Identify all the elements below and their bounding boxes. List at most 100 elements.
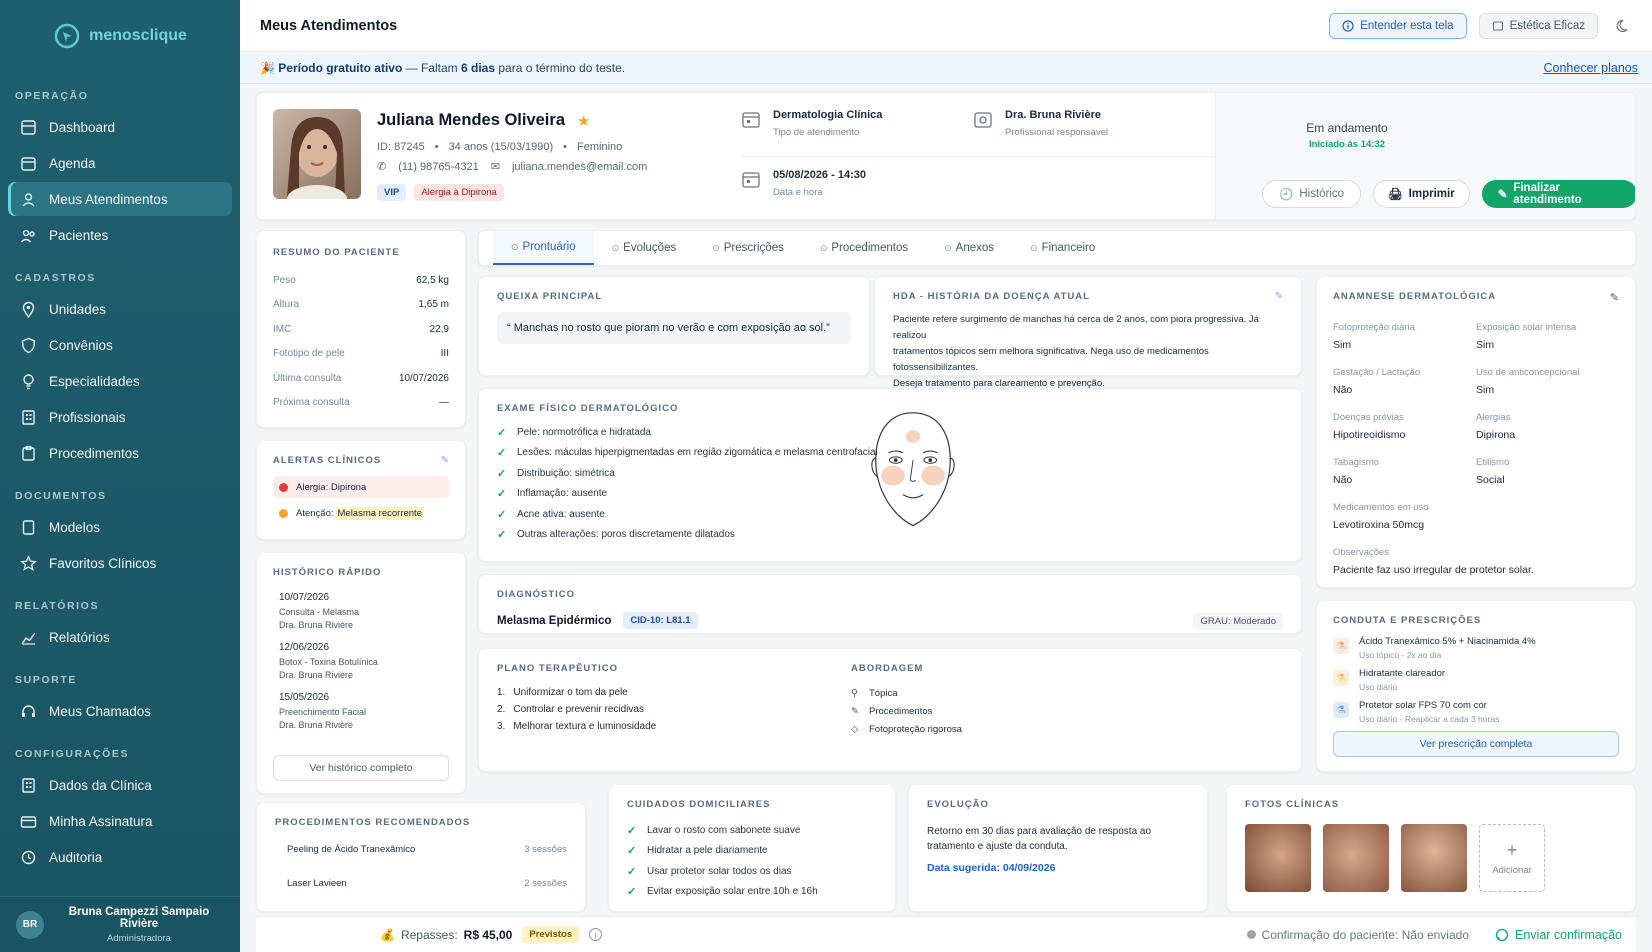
send-confirmation-button[interactable]: Enviar confirmação: [1495, 928, 1622, 942]
summary-value: III: [440, 348, 449, 360]
procedure-item[interactable]: Peeling de Ácido Tranexâmico 3 sessões: [275, 844, 567, 878]
homecare-text: Evitar exposição solar entre 10h e 16h: [647, 886, 818, 898]
edit-icon[interactable]: ✎: [1610, 291, 1619, 304]
sidebar-item[interactable]: Dados da Clínica: [8, 768, 232, 802]
patient-gender: Feminino: [577, 141, 623, 153]
sidebar-item[interactable]: Meus Atendimentos: [8, 182, 232, 216]
sidebar-item[interactable]: Profissionais: [8, 400, 232, 434]
history-button[interactable]: 🕘 Histórico: [1262, 180, 1362, 208]
anamnesis-card: ANAMNESE DERMATOLÓGICA ✎ Fotoproteção di…: [1316, 276, 1636, 588]
responsible-doctor: Dra. Bruna Rivière: [1005, 109, 1101, 121]
history-item[interactable]: 12/06/2026 Botox - Toxina Botulínica Dra. …: [279, 642, 449, 680]
shield-icon: ◇: [851, 723, 859, 735]
clinical-photo[interactable]: [1245, 824, 1311, 892]
tab-label: Financeiro: [1041, 242, 1096, 254]
history-item[interactable]: 15/05/2026 Preenchimento Facial Dra. Bruna…: [279, 692, 449, 730]
anamnesis-value: Hipotireoidismo: [1333, 429, 1406, 441]
edit-icon[interactable]: ✎: [1275, 291, 1283, 302]
sidebar-item-label: Favoritos Clínicos: [49, 555, 157, 571]
flask-icon: ⚗: [1333, 670, 1349, 686]
procedure-item[interactable]: Laser Lavieen 2 sessões: [275, 878, 567, 912]
sidebar-item[interactable]: Dashboard: [8, 110, 232, 144]
sidebar-item[interactable]: Minha Assinatura: [8, 804, 232, 838]
check-icon: ✓: [497, 426, 507, 439]
sidebar-item-label: Meus Chamados: [49, 703, 152, 719]
tool-icon: ✎: [851, 705, 859, 717]
sidebar-item[interactable]: Convênios: [8, 328, 232, 362]
print-button[interactable]: 🖨 Imprimir: [1373, 180, 1470, 208]
tab[interactable]: ⊙ Prontuário: [493, 231, 594, 265]
tab[interactable]: ⊙ Anexos: [926, 231, 1012, 265]
sidebar-item[interactable]: Unidades: [8, 292, 232, 326]
prescription-item[interactable]: ⚗ Ácido Tranexâmico 5% + Niacinamida 4% Us…: [1333, 636, 1619, 660]
alert-dot-icon: [279, 482, 288, 492]
sidebar-item[interactable]: Pacientes: [8, 218, 232, 252]
clinical-photo[interactable]: [1323, 824, 1389, 892]
sidebar-item-label: Dashboard: [49, 119, 116, 135]
sidebar-item-label: Pacientes: [49, 227, 109, 243]
summary-row: Altura 1,65 m: [273, 293, 449, 318]
edit-icon[interactable]: ✎: [441, 455, 449, 466]
approach-text: Fotoproteção rigorosa: [869, 723, 962, 735]
star-icon: [20, 554, 37, 571]
history-doctor: Dra. Bruna Rivière: [279, 620, 354, 630]
tab[interactable]: ⊙ Financeiro: [1012, 231, 1113, 265]
help-button[interactable]: Entender esta tela: [1329, 12, 1467, 39]
person-icon: ⚲: [851, 687, 858, 699]
sidebar-item[interactable]: Modelos: [8, 510, 232, 544]
diagnosis-title: DIAGNÓSTICO: [497, 589, 576, 600]
exam-text: Distribuição: simétrica: [517, 467, 615, 479]
clinical-photo[interactable]: [1401, 824, 1467, 892]
tab[interactable]: ⊙ Evoluções: [594, 231, 695, 265]
patient-contact: ✆ (11) 98765-4321 ✉ juliana.mendes@email.c…: [377, 160, 647, 174]
history-desc: Preenchimento Facial: [279, 707, 367, 717]
plans-link[interactable]: Conhecer planos: [1543, 61, 1638, 75]
sidebar-item[interactable]: Favoritos Clínicos: [8, 546, 232, 580]
patient-header-card: Juliana Mendes Oliveira ★ ID: 87245 • 34 …: [256, 92, 1636, 220]
sidebar-item[interactable]: Auditoria: [8, 840, 232, 874]
medications-value: Levotiroxina 50mcg: [1333, 519, 1425, 531]
sidebar-item[interactable]: Procedimentos: [8, 436, 232, 470]
full-prescription-button[interactable]: Ver prescrição completa: [1333, 731, 1619, 757]
flask-icon: ⚗: [1333, 702, 1349, 718]
alert-attention-highlight: Melasma recorrente: [335, 506, 424, 520]
sidebar-nav: OPERAÇÃO Dashboard Agenda Meus Atendimentos…: [0, 90, 240, 874]
check-icon: ✓: [627, 824, 637, 837]
hda-line: tratamentos tópicos sem melhora signific…: [893, 346, 1209, 373]
sidebar-item[interactable]: Especialidades: [8, 364, 232, 398]
sidebar-item-label: Procedimentos: [49, 445, 140, 461]
anamnesis-field: Uso de anticoncepcional Sim: [1476, 367, 1619, 396]
evolution-title: EVOLUÇÃO: [927, 799, 989, 810]
sidebar-item[interactable]: Relatórios: [8, 620, 232, 654]
logo[interactable]: menosclique: [0, 0, 240, 72]
anamnesis-label: Fotoproteção diária: [1333, 322, 1415, 333]
alert-attention-prefix: Atenção:: [296, 507, 334, 519]
favorite-star-icon[interactable]: ★: [577, 112, 590, 130]
footer-bar: 💰 Repasses: R$ 45,00 Previstos i Confirm…: [256, 916, 1636, 952]
suggested-date[interactable]: Data sugerida: 04/09/2026: [927, 862, 1189, 874]
sidebar-item[interactable]: Meus Chamados: [8, 694, 232, 728]
prescription-use: Uso diário - Reaplicar a cada 3 horas: [1359, 714, 1500, 724]
dark-mode-icon[interactable]: [1616, 18, 1632, 34]
history-item[interactable]: 10/07/2026 Consulta - Melasma Dra. Bruna R…: [279, 592, 449, 630]
tab[interactable]: ⊙ Prescrições: [694, 231, 802, 265]
medications: Medicamentos em uso Levotiroxina 50mcg: [1333, 502, 1619, 531]
anamnesis-row: Doenças prévias Hipotireoidismo Alergias Di…: [1333, 412, 1619, 441]
sidebar-item[interactable]: Agenda: [8, 146, 232, 180]
full-history-button[interactable]: Ver histórico completo: [273, 755, 449, 781]
building-icon: [22, 777, 35, 793]
summary-value: 62,5 kg: [416, 274, 449, 286]
add-photo-button[interactable]: + Adicionar: [1479, 824, 1545, 892]
homecare-title: CUIDADOS DOMICILIARES: [627, 799, 771, 810]
tab[interactable]: ⊙ Procedimentos: [802, 231, 926, 265]
homecare-text: Usar protetor solar todos os dias: [647, 865, 792, 877]
clinic-icon: [1492, 20, 1503, 31]
finish-appointment-button[interactable]: ✎ Finalizar atendimento: [1481, 180, 1635, 208]
clinic-selector[interactable]: Estética Eficaz: [1478, 12, 1598, 39]
user-profile[interactable]: BR Bruna Campezzi Sampaio Rivière Admini…: [0, 896, 240, 952]
status-panel: Em andamento Iniciado às 14:32 🕘 Históric…: [1215, 93, 1635, 219]
prescription-item[interactable]: ⚗ Hidratante clareador Uso diário: [1333, 668, 1619, 692]
info-icon[interactable]: i: [589, 928, 603, 941]
chart-icon: [21, 632, 36, 645]
prescription-item[interactable]: ⚗ Protetor solar FPS 70 com cor Uso diário…: [1333, 700, 1619, 724]
